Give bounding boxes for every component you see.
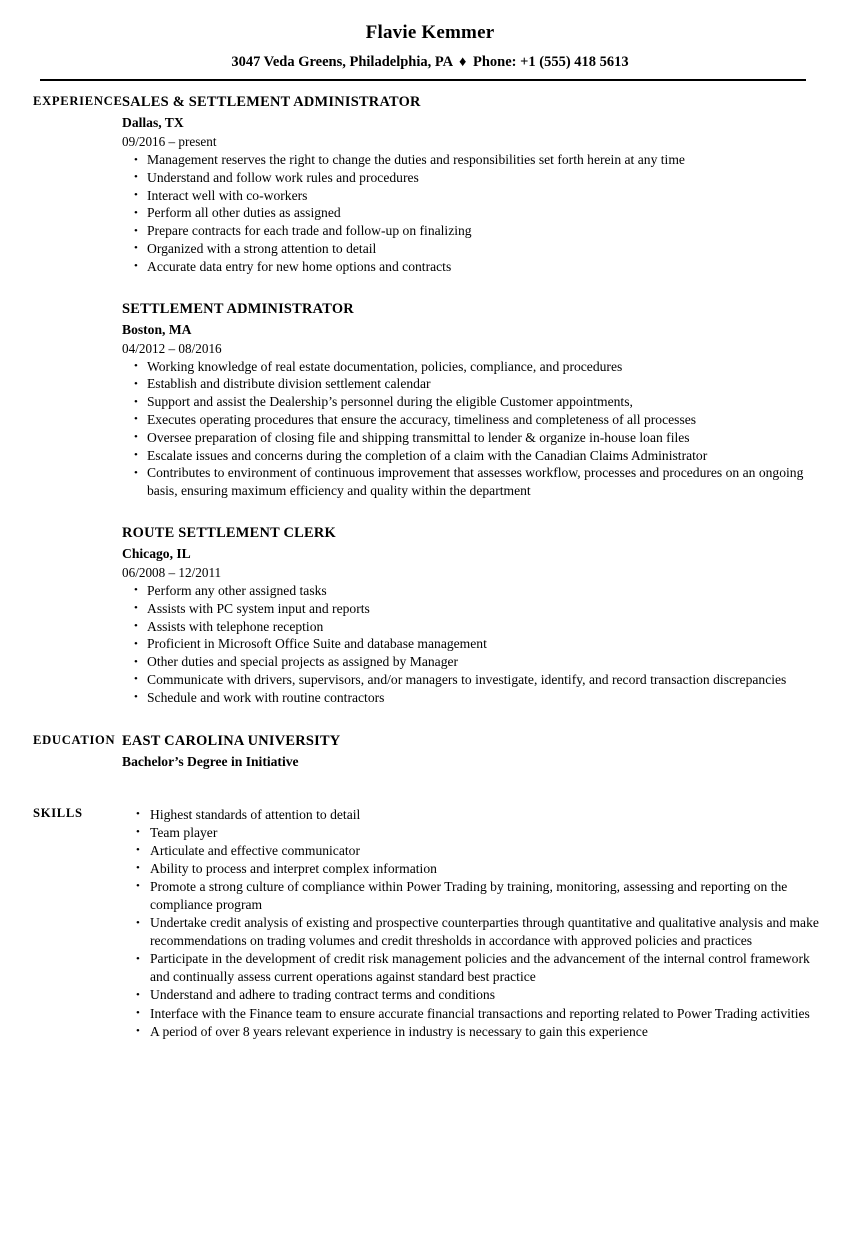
job-bullet: Organized with a strong attention to det… <box>122 239 832 257</box>
job-bullet: Management reserves the right to change … <box>122 151 832 169</box>
job-bullet: Escalate issues and concerns during the … <box>122 446 832 464</box>
education-section: EDUCATION EAST CAROLINA UNIVERSITY Bache… <box>0 732 860 771</box>
experience-entries: SALES & SETTLEMENT ADMINISTRATOR Dallas,… <box>122 93 860 707</box>
candidate-address: 3047 Veda Greens, Philadelphia, PA <box>231 54 453 70</box>
job-bullet: Perform any other assigned tasks <box>122 581 832 599</box>
job-bullet: Perform all other duties as assigned <box>122 204 832 222</box>
job-dates: 04/2012 – 08/2016 <box>122 340 222 356</box>
skill-bullet: Interface with the Finance team to ensur… <box>122 1004 832 1023</box>
job-bullet: Contributes to environment of continuous… <box>122 464 832 500</box>
experience-section: EXPERIENCE SALES & SETTLEMENT ADMINISTRA… <box>0 93 860 707</box>
job-dates: 09/2016 – present <box>122 134 217 149</box>
resume-page: Flavie Kemmer 3047 Veda Greens, Philadel… <box>0 0 860 1240</box>
section-label-experience: EXPERIENCE <box>33 94 123 108</box>
job-dates: 06/2008 – 12/2011 <box>122 564 222 580</box>
job-bullet: Assists with PC system input and reports <box>122 599 832 617</box>
job-bullet: Working knowledge of real estate documen… <box>122 357 832 375</box>
header-divider <box>40 79 806 81</box>
job-bullet: Proficient in Microsoft Office Suite and… <box>122 635 832 653</box>
skill-bullet: Undertake credit analysis of existing an… <box>122 914 832 950</box>
education-degree: Bachelor’s Degree in Initiative <box>122 753 299 769</box>
skill-bullet: Ability to process and interpret complex… <box>122 859 832 878</box>
job-bullet: Other duties and special projects as ass… <box>122 653 832 671</box>
experience-entry: ROUTE SETTLEMENT CLERK Chicago, IL 06/20… <box>122 524 832 707</box>
job-bullet: Understand and follow work rules and pro… <box>122 168 832 186</box>
job-title: ROUTE SETTLEMENT CLERK <box>122 524 336 541</box>
candidate-phone: Phone: +1 (555) 418 5613 <box>473 54 629 70</box>
education-school: EAST CAROLINA UNIVERSITY <box>122 732 341 749</box>
skill-bullet: Understand and adhere to trading contrac… <box>122 986 832 1005</box>
job-bullet: Assists with telephone reception <box>122 617 832 635</box>
experience-entry: SALES & SETTLEMENT ADMINISTRATOR Dallas,… <box>122 93 832 276</box>
skill-bullet: Articulate and effective communicator <box>122 841 832 860</box>
job-bullet: Oversee preparation of closing file and … <box>122 428 832 446</box>
job-location: Boston, MA <box>122 321 192 337</box>
job-bullet: Interact well with co-workers <box>122 186 832 204</box>
job-bullet: Communicate with drivers, supervisors, a… <box>122 670 832 688</box>
skill-bullet: A period of over 8 years relevant experi… <box>122 1022 832 1041</box>
job-bullet-list: Working knowledge of real estate documen… <box>122 357 832 500</box>
job-bullet-list: Management reserves the right to change … <box>122 151 832 276</box>
section-label-education: EDUCATION <box>33 732 116 747</box>
education-entries: EAST CAROLINA UNIVERSITY Bachelor’s Degr… <box>122 732 860 771</box>
skill-bullet: Team player <box>122 823 832 842</box>
job-location: Dallas, TX <box>122 115 184 130</box>
experience-entry: SETTLEMENT ADMINISTRATOR Boston, MA 04/2… <box>122 300 832 500</box>
candidate-contact-line: 3047 Veda Greens, Philadelphia, PA ♦ Pho… <box>0 52 860 72</box>
job-location: Chicago, IL <box>122 545 191 561</box>
skills-entries: Highest standards of attention to detail… <box>122 805 860 1041</box>
job-bullet: Support and assist the Dealership’s pers… <box>122 393 832 411</box>
job-bullet: Establish and distribute division settle… <box>122 375 832 393</box>
resume-header: Flavie Kemmer 3047 Veda Greens, Philadel… <box>0 0 860 81</box>
candidate-name: Flavie Kemmer <box>365 22 495 43</box>
skills-bullet-list: Highest standards of attention to detail… <box>122 805 832 1041</box>
job-bullet: Prepare contracts for each trade and fol… <box>122 222 832 240</box>
section-label-skills: SKILLS <box>33 805 83 820</box>
diamond-separator-icon: ♦ <box>458 54 467 70</box>
job-title: SETTLEMENT ADMINISTRATOR <box>122 300 354 317</box>
job-bullet: Schedule and work with routine contracto… <box>122 688 832 706</box>
education-entry: EAST CAROLINA UNIVERSITY Bachelor’s Degr… <box>122 732 832 771</box>
skill-bullet: Promote a strong culture of compliance w… <box>122 877 832 914</box>
skill-bullet: Highest standards of attention to detail <box>122 805 832 824</box>
skill-bullet: Participate in the development of credit… <box>122 950 832 986</box>
job-title: SALES & SETTLEMENT ADMINISTRATOR <box>122 94 421 110</box>
job-bullet: Executes operating procedures that ensur… <box>122 410 832 428</box>
job-bullet: Accurate data entry for new home options… <box>122 257 832 275</box>
skills-section: SKILLS Highest standards of attention to… <box>0 805 860 1041</box>
job-bullet-list: Perform any other assigned tasks Assists… <box>122 581 832 706</box>
